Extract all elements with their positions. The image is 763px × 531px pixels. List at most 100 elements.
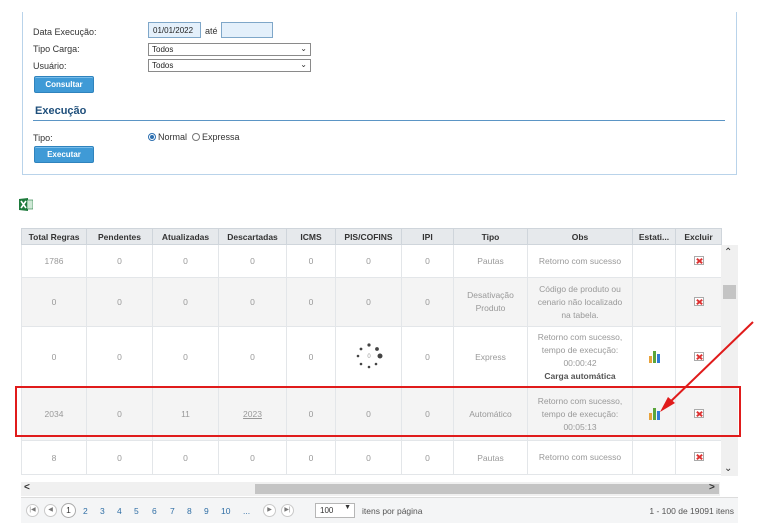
tipo-carga-value: Todos [152, 45, 174, 54]
cell-atualizadas: 0 [152, 244, 219, 278]
section-divider [33, 120, 725, 121]
data-fim-field[interactable] [221, 22, 273, 38]
last-page-icon[interactable]: ▶| [281, 504, 294, 517]
delete-icon[interactable] [693, 255, 704, 265]
cell-obs: Retorno com sucesso, tempo de execução: … [527, 326, 633, 388]
horizontal-scrollbar[interactable]: < > [21, 482, 720, 496]
tipo-text: Desativação Produto [467, 290, 514, 313]
col-icms[interactable]: ICMS [286, 228, 336, 245]
obs-line: na tabela. [561, 309, 599, 320]
next-page-icon[interactable]: ▶ [263, 504, 276, 517]
page-link[interactable]: 2 [83, 506, 88, 516]
page-link[interactable]: 5 [134, 506, 139, 516]
radio-normal-label: Normal [158, 132, 188, 142]
radio-normal[interactable]: Normal [148, 132, 187, 142]
cell-icms: 0 [286, 326, 336, 388]
obs-line: Retorno com sucesso [538, 255, 622, 266]
cell-tipo: Desativação Produto [453, 277, 528, 327]
page-link-current[interactable]: 1 [61, 503, 76, 518]
obs-line: Retorno com sucesso [538, 452, 622, 462]
page-size-value: 100 [320, 506, 334, 515]
col-ipi[interactable]: IPI [401, 228, 454, 245]
table-row: 0 0 0 0 0 0 0 Express Retorno com sucess… [21, 326, 722, 388]
cell-icms: 0 [286, 440, 336, 475]
table-header-row: Total Regras Pendentes Atualizadas Desca… [21, 228, 722, 245]
usuario-value: Todos [152, 61, 174, 70]
results-table: Total Regras Pendentes Atualizadas Desca… [21, 228, 722, 475]
tipo-carga-label: Tipo Carga: [33, 44, 80, 54]
data-inicio-field[interactable]: 01/01/2022 [148, 22, 201, 38]
obs-line: tempo de execução: [541, 345, 619, 355]
cell-icms: 0 [286, 277, 336, 327]
excel-export-icon[interactable] [19, 198, 33, 211]
col-total-regras[interactable]: Total Regras [21, 228, 87, 245]
cell-obs: Retorno com sucesso [527, 440, 633, 475]
loading-spinner-icon: 0 [356, 343, 382, 369]
delete-icon[interactable] [693, 452, 704, 461]
cell-obs: Código de produto ou cenario não localiz… [527, 277, 633, 327]
scroll-right-icon[interactable]: > [709, 482, 715, 493]
cell-descartadas: 0 [218, 326, 287, 388]
cell-atualizadas: 0 [152, 440, 219, 475]
cell-total: 0 [21, 277, 87, 327]
scroll-left-icon[interactable]: < [24, 482, 30, 493]
chevron-down-icon: ⌄ [300, 60, 307, 69]
cell-tipo: Pautas [453, 440, 528, 475]
col-obs[interactable]: Obs [527, 228, 633, 245]
radio-expressa[interactable]: Expressa [192, 132, 240, 142]
vertical-scroll-thumb[interactable] [723, 285, 736, 299]
cell-total: 8 [21, 440, 87, 475]
cell-atualizadas: 0 [152, 277, 219, 327]
consultar-button[interactable]: Consultar [34, 76, 94, 93]
chevron-down-icon: ⌄ [300, 44, 307, 53]
col-pendentes[interactable]: Pendentes [86, 228, 153, 245]
cell-ipi: 0 [401, 277, 454, 327]
page-link[interactable]: 4 [117, 506, 122, 516]
page-size-select[interactable]: 100 ▼ [315, 503, 355, 518]
obs-line: Código de produto ou [539, 283, 621, 294]
page-link[interactable]: 9 [204, 506, 209, 516]
col-tipo[interactable]: Tipo [453, 228, 528, 245]
col-pis-cofins[interactable]: PIS/COFINS [335, 228, 402, 245]
data-execucao-label: Data Execução: [33, 27, 97, 37]
prev-page-icon[interactable]: ◀ [44, 504, 57, 517]
cell-total: 0 [21, 326, 87, 388]
scroll-down-icon[interactable]: ⌄ [724, 463, 732, 474]
page-link[interactable]: 10 [221, 506, 230, 516]
table-row: 8 0 0 0 0 0 0 Pautas Retorno com sucesso [21, 440, 722, 475]
page-link[interactable]: 8 [187, 506, 192, 516]
usuario-label: Usuário: [33, 61, 67, 71]
cell-pis: 0 [335, 277, 402, 327]
cell-descartadas: 0 [218, 277, 287, 327]
cell-ipi: 0 [401, 440, 454, 475]
col-estatisticas[interactable]: Estati... [632, 228, 676, 245]
cell-descartadas: 0 [218, 244, 287, 278]
highlight-box [15, 386, 741, 437]
cell-pis: 0 [335, 244, 402, 278]
tipo-carga-select[interactable]: Todos ⌄ [148, 43, 311, 56]
obs-line: cenario não localizado [537, 296, 623, 307]
executar-button[interactable]: Executar [34, 146, 94, 163]
page-link[interactable]: 6 [152, 506, 157, 516]
usuario-select[interactable]: Todos ⌄ [148, 59, 311, 72]
radio-expressa-label: Expressa [202, 132, 240, 142]
cell-estatistica [632, 244, 676, 278]
page-link[interactable]: 7 [170, 506, 175, 516]
cell-pendentes: 0 [86, 244, 153, 278]
scroll-up-icon[interactable]: ⌃ [724, 247, 732, 258]
cell-estatistica [632, 440, 676, 475]
page-link[interactable]: 3 [100, 506, 105, 516]
horizontal-scroll-thumb[interactable] [255, 484, 719, 494]
cell-total: 1786 [21, 244, 87, 278]
col-descartadas[interactable]: Descartadas [218, 228, 287, 245]
cell-pendentes: 0 [86, 440, 153, 475]
col-excluir[interactable]: Excluir [675, 228, 722, 245]
delete-icon[interactable] [693, 296, 704, 306]
table-row: 1786 0 0 0 0 0 0 Pautas Retorno com suce… [21, 244, 722, 278]
radio-unselected-icon [192, 133, 200, 141]
first-page-icon[interactable]: |◀ [26, 504, 39, 517]
col-atualizadas[interactable]: Atualizadas [152, 228, 219, 245]
cell-tipo: Express [453, 326, 528, 388]
page-link-more[interactable]: ... [243, 506, 250, 516]
cell-pis: 0 [335, 440, 402, 475]
